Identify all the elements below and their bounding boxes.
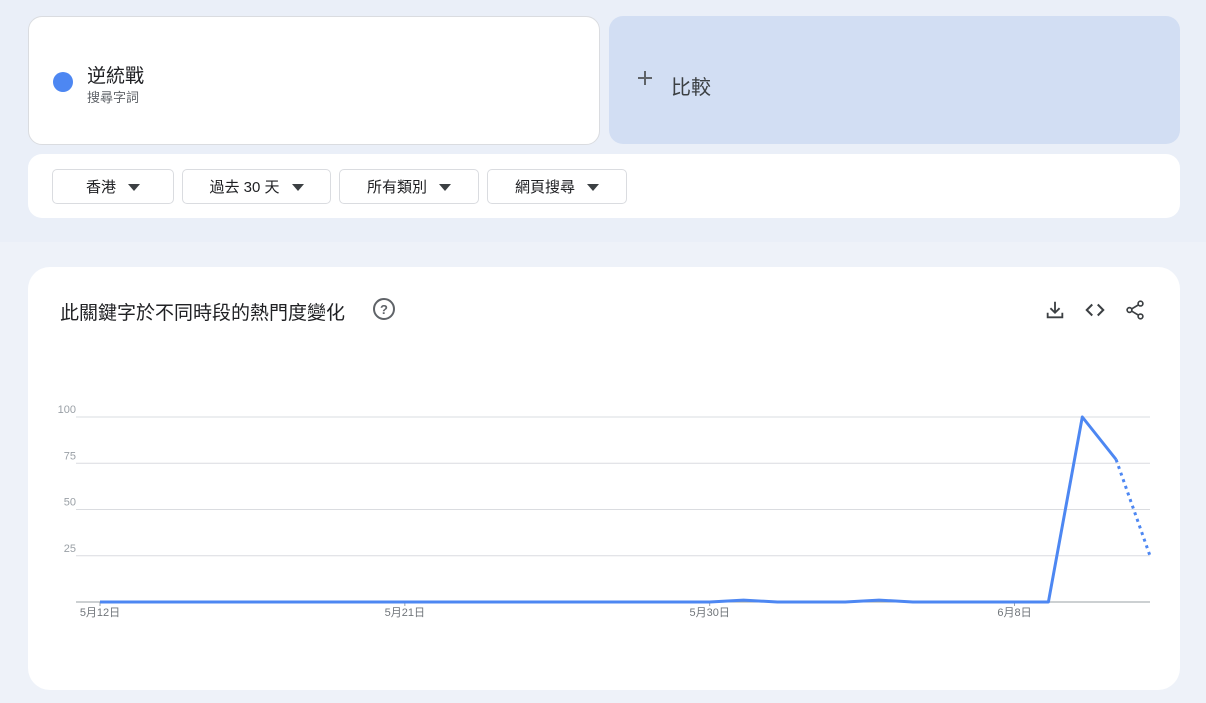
series-line-partial xyxy=(1114,459,1152,557)
dropdown-arrow-icon xyxy=(128,183,140,191)
y-tick-label: 50 xyxy=(64,497,76,509)
dropdown-arrow-icon xyxy=(291,183,304,191)
filter-region-label: 香港 xyxy=(85,179,116,196)
filter-category-label: 所有類別 xyxy=(366,179,427,196)
y-tick-label: 25 xyxy=(64,543,76,555)
compare-label: 比較 xyxy=(671,77,711,99)
search-term-name[interactable]: 逆統戰 xyxy=(87,61,144,88)
filter-time-range-label: 過去 30 天 xyxy=(209,179,280,196)
x-tick-label: 6月8日 xyxy=(997,607,1031,619)
term-color-dot xyxy=(53,72,73,92)
y-tick-label: 75 xyxy=(64,450,76,462)
x-tick-label: 5月21日 xyxy=(385,607,425,619)
dropdown-arrow-icon xyxy=(439,183,451,191)
compare-button[interactable]: 比較 xyxy=(609,16,1180,144)
filter-category[interactable]: 所有類別 xyxy=(339,169,479,204)
dropdown-arrow-icon xyxy=(587,183,599,191)
x-tick-label: 5月12日 xyxy=(80,607,120,619)
filter-search-type[interactable]: 網頁搜尋 xyxy=(487,169,627,204)
filters-bar: 香港 過去 30 天 所有類別 網頁搜尋 xyxy=(28,154,1180,218)
filter-time-range[interactable]: 過去 30 天 xyxy=(182,169,331,204)
interest-line-chart: 25 50 75 100 5月12日 5月21日 5月30日 6月8日 xyxy=(58,404,1152,619)
filter-region[interactable]: 香港 xyxy=(52,169,174,204)
filter-search-type-label: 網頁搜尋 xyxy=(514,179,575,196)
x-tick-label: 5月30日 xyxy=(689,607,729,619)
search-term-type: 搜尋字詞 xyxy=(87,90,140,105)
search-term-card[interactable]: 逆統戰 搜尋字詞 xyxy=(28,16,600,145)
interest-over-time-card: 此關鍵字於不同時段的熱門度變化 ? 25 50 75 100 5月12日 5月21日 5月3… xyxy=(28,267,1180,690)
y-tick-label: 100 xyxy=(58,404,76,416)
plus-icon xyxy=(635,67,655,89)
